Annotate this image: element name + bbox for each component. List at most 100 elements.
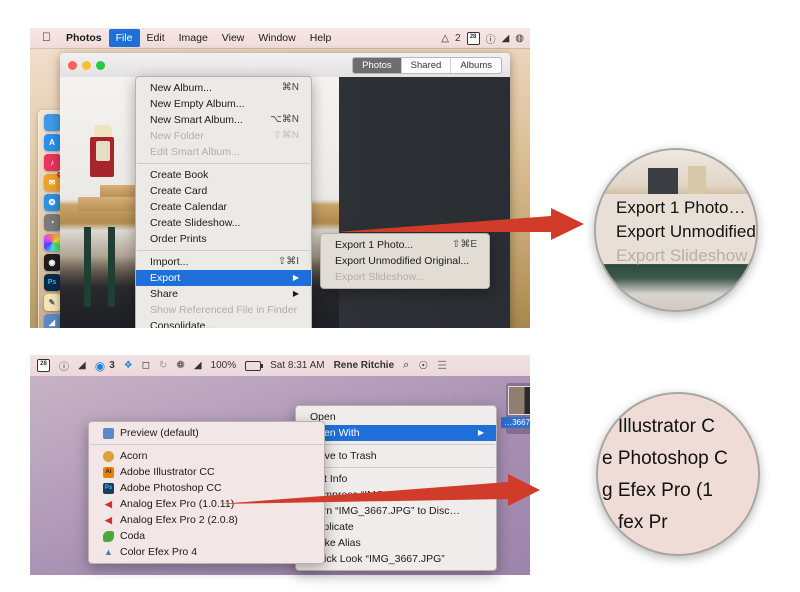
- acorn-icon: [103, 450, 114, 462]
- menu-item-export-unmodified-original[interactable]: Export Unmodified Original...: [321, 253, 489, 269]
- menu-item-label: Export: [150, 272, 181, 284]
- menubar-item-help[interactable]: Help: [303, 29, 339, 47]
- menu-item-shortcut: ⇧⌘I: [277, 256, 299, 267]
- menu-item-label: Order Prints: [150, 233, 207, 245]
- menu-item-coda[interactable]: Coda: [89, 528, 324, 544]
- menu-item-create-slideshow[interactable]: Create Slideshow...: [136, 215, 311, 231]
- menu-item-acorn[interactable]: Acorn: [89, 448, 324, 464]
- menubar-app-name[interactable]: Photos: [59, 29, 109, 47]
- dock-item-finder[interactable]: [43, 114, 61, 131]
- dock-item-appstore[interactable]: A: [43, 134, 61, 151]
- wifi-icon[interactable]: ◢: [194, 360, 202, 371]
- file-menu[interactable]: New Album... ⌘N New Empty Album... New S…: [135, 76, 312, 328]
- menubar-item-window[interactable]: Window: [251, 29, 302, 47]
- search-icon[interactable]: ⌕: [403, 359, 409, 372]
- arrow-to-export-magnifier: [336, 206, 596, 246]
- analog-efex-pro-2-icon: ◀: [105, 514, 112, 525]
- menubar-item-edit[interactable]: Edit: [140, 29, 172, 47]
- analog-efex-pro-icon: ◀: [105, 498, 112, 509]
- dock-item-camera-app[interactable]: ◉: [43, 254, 61, 271]
- dock-item-preview[interactable]: ◢: [43, 314, 61, 328]
- menu-item-label: Show Referenced File in Finder: [150, 304, 298, 316]
- dock-item-mail[interactable]: ✉ 1: [43, 171, 64, 191]
- cloud-count-icon[interactable]: ◉: [95, 359, 105, 373]
- menu-item-create-calendar[interactable]: Create Calendar: [136, 199, 311, 215]
- menu-item-export[interactable]: Export ▶: [136, 270, 311, 286]
- clock-label[interactable]: Sat 8:31 AM: [270, 360, 324, 371]
- notification-center-icon[interactable]: ☰: [437, 359, 447, 372]
- menu-item-new-smart-album[interactable]: New Smart Album... ⌥⌘N: [136, 112, 311, 128]
- magnifier-line-3: Export Slideshow…: [616, 246, 758, 265]
- menu-item-create-book[interactable]: Create Book: [136, 167, 311, 183]
- file-thumbnail: [508, 386, 530, 415]
- spotlight-icon[interactable]: ◍: [515, 33, 524, 44]
- zoom-button[interactable]: [96, 60, 105, 70]
- user-name-label[interactable]: Rene Ritchie: [334, 360, 395, 371]
- timemachine-icon[interactable]: ↻: [159, 360, 167, 371]
- magnifier-export-submenu: Export 1 Photo… Export Unmodified Export…: [594, 148, 758, 312]
- dock-item-safari[interactable]: ❂: [43, 194, 61, 211]
- menu-item-import[interactable]: Import... ⇧⌘I: [136, 254, 311, 270]
- menu-item-order-prints[interactable]: Order Prints: [136, 231, 311, 247]
- dock-item-photoshop[interactable]: Ps: [43, 274, 61, 291]
- menu-item-preview-default[interactable]: Preview (default): [89, 425, 324, 441]
- menu-item-open[interactable]: Open: [296, 409, 496, 425]
- calendar-icon[interactable]: 28: [466, 31, 480, 45]
- menu-item-new-folder: New Folder ⇧⌘N: [136, 128, 311, 144]
- menu-item-open-with[interactable]: Open With ▶: [296, 425, 496, 441]
- menu-item-color-efex-pro-4[interactable]: ▲ Color Efex Pro 4: [89, 544, 324, 560]
- menu-item-new-album[interactable]: New Album... ⌘N: [136, 80, 311, 96]
- airplay-icon[interactable]: ◻: [142, 360, 150, 371]
- window-titlebar[interactable]: Photos Shared Albums: [60, 53, 510, 78]
- menu-item-move-to-trash[interactable]: Move to Trash: [296, 448, 496, 464]
- do-not-disturb-icon[interactable]: ⓘ: [59, 358, 69, 373]
- airport-icon[interactable]: ◢: [78, 360, 86, 371]
- battery-icon[interactable]: [245, 360, 264, 371]
- bluetooth-icon[interactable]: ❁: [176, 360, 184, 371]
- siri-icon[interactable]: ☉: [418, 359, 428, 372]
- menu-item-label: Consolidate...: [150, 320, 215, 328]
- menubar-item-view[interactable]: View: [215, 29, 252, 47]
- cloud-count-icon[interactable]: △: [441, 33, 449, 44]
- menu-item-label: New Album...: [150, 82, 212, 94]
- menu-separator: [297, 467, 495, 468]
- preview-icon: [103, 427, 114, 439]
- tab-albums[interactable]: Albums: [451, 58, 501, 73]
- dropbox-icon[interactable]: ❖: [124, 360, 133, 371]
- tab-photos[interactable]: Photos: [353, 57, 402, 73]
- menu-item-create-card[interactable]: Create Card: [136, 183, 311, 199]
- chevron-right-icon: ▶: [292, 273, 299, 282]
- menu-item-quick-look[interactable]: Quick Look “IMG_3667.JPG”: [296, 551, 496, 567]
- menu-item-make-alias[interactable]: Make Alias: [296, 535, 496, 551]
- dock-item-itunes[interactable]: ♪: [43, 154, 61, 171]
- bottom-menu-bar[interactable]: 28 ⓘ ◢ ◉ 3 ❖ ◻ ↻ ❁ ◢ 100% Sat 8:31 AM Re…: [30, 355, 530, 376]
- photos-app-screenshot:  Photos File Edit Image View Window Hel…: [30, 28, 530, 328]
- desktop-file-item[interactable]: …3667.JPG: [501, 383, 530, 434]
- magnifier-line-1: Export 1 Photo…: [616, 198, 746, 217]
- tab-shared[interactable]: Shared: [402, 57, 452, 73]
- menu-item-label: New Empty Album...: [150, 98, 245, 110]
- do-not-disturb-icon[interactable]: ⓘ: [486, 31, 496, 46]
- apple-menu-icon[interactable]: : [38, 31, 59, 45]
- top-menu-bar[interactable]:  Photos File Edit Image View Window Hel…: [30, 28, 530, 48]
- minimize-button[interactable]: [82, 60, 91, 70]
- menu-item-new-empty-album[interactable]: New Empty Album...: [136, 96, 311, 112]
- menu-item-consolidate[interactable]: Consolidate...: [136, 318, 311, 328]
- magnifier-line-2: e Photoshop C: [602, 448, 728, 469]
- wifi-icon[interactable]: ◢: [502, 33, 510, 44]
- calendar-icon[interactable]: 28: [37, 359, 50, 372]
- chevron-right-icon: ▶: [477, 428, 484, 437]
- menu-item-analog-efex-pro-2[interactable]: ◀ Analog Efex Pro 2 (2.0.8): [89, 512, 324, 528]
- menubar-item-file[interactable]: File: [108, 29, 140, 47]
- menu-item-label: Duplicate: [310, 521, 354, 533]
- menu-item-label: New Smart Album...: [150, 114, 243, 126]
- menu-item-duplicate[interactable]: Duplicate: [296, 519, 496, 535]
- dock-item-color-wheel[interactable]: [43, 234, 61, 251]
- dock-item-notes[interactable]: ✎: [43, 294, 61, 311]
- dock-item-dashboard[interactable]: ◔: [43, 214, 61, 231]
- menu-item-export-slideshow: Export Slideshow...: [321, 269, 489, 285]
- close-button[interactable]: [68, 60, 77, 70]
- menu-item-share[interactable]: Share ▶: [136, 286, 311, 302]
- menubar-item-image[interactable]: Image: [172, 29, 215, 47]
- view-segmented-control[interactable]: Photos Shared Albums: [352, 56, 502, 74]
